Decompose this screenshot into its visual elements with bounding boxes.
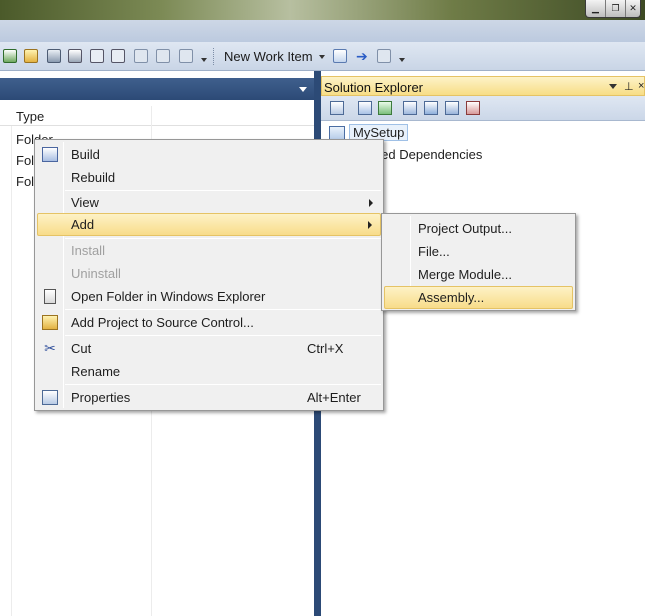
menu-separator: [65, 309, 381, 310]
find-icon[interactable]: [68, 49, 82, 63]
solution-explorer-title: Solution Explorer: [324, 80, 423, 95]
window-controls: ▁ ❐ ✕: [585, 0, 641, 18]
new-work-item-button[interactable]: New Work Item: [224, 49, 313, 64]
menu-item-label: Rebuild: [71, 170, 116, 185]
compare-icon[interactable]: [179, 49, 193, 63]
menu-item-label: Cut: [71, 341, 92, 356]
column-header-label: Type: [16, 109, 45, 124]
solution-explorer-title-bar: Solution Explorer ⊥ ×: [321, 76, 645, 96]
menu-item-label: Project Output...: [418, 221, 512, 236]
launch-conditions-editor-icon[interactable]: [466, 101, 480, 115]
submenu-arrow-icon: [368, 221, 372, 229]
menu-item-label: Add: [71, 217, 95, 232]
build-icon: [42, 147, 58, 162]
source-control-icon: [42, 315, 58, 330]
menu-item-merge-module[interactable]: Merge Module...: [384, 263, 573, 286]
dropdown-icon[interactable]: [609, 84, 617, 89]
menu-item-label: Rename: [71, 364, 121, 379]
menu-item-install[interactable]: Install: [37, 239, 381, 262]
add-query-icon[interactable]: [333, 49, 347, 63]
code-icon[interactable]: [134, 49, 148, 63]
context-menu: Build Rebuild View Add Install Uninstall…: [34, 139, 384, 411]
user-interface-editor-icon[interactable]: [424, 101, 438, 115]
report-icon[interactable]: [377, 49, 391, 63]
open-folder-icon: [44, 289, 56, 304]
window-title-bar: ▁ ❐ ✕: [0, 0, 645, 20]
menu-item-file[interactable]: File...: [384, 240, 573, 263]
close-button[interactable]: ✕: [626, 0, 640, 17]
setup-project-icon: [329, 125, 345, 140]
menu-item-build[interactable]: Build: [37, 143, 381, 166]
close-icon[interactable]: ×: [638, 80, 644, 92]
restore-button[interactable]: ❐: [606, 0, 626, 17]
submenu-arrow-icon: [369, 199, 373, 207]
menu-item-add-source-control[interactable]: Add Project to Source Control...: [37, 311, 381, 334]
menu-item-open-folder[interactable]: Open Folder in Windows Explorer: [37, 285, 381, 308]
toolbar: New Work Item ➔: [0, 42, 645, 71]
menu-item-label: Install: [71, 243, 105, 258]
menu-item-label: Uninstall: [71, 266, 121, 281]
cut-icon: ✂: [44, 340, 56, 356]
open-folder-icon[interactable]: [24, 49, 38, 63]
menu-item-properties[interactable]: Properties Alt+Enter: [37, 386, 381, 409]
menu-item-rename[interactable]: Rename: [37, 360, 381, 383]
menu-item-rebuild[interactable]: Rebuild: [37, 166, 381, 189]
menu-separator: [65, 384, 381, 385]
toolbar-separator: [213, 48, 215, 65]
pane-header: [0, 78, 314, 100]
column-header-type[interactable]: Type: [0, 106, 314, 126]
menu-item-label: Build: [71, 147, 100, 162]
add-submenu: Project Output... File... Merge Module..…: [381, 213, 576, 311]
pin-icon[interactable]: ⊥: [624, 80, 634, 93]
menu-item-label: Open Folder in Windows Explorer: [71, 289, 266, 304]
properties-icon: [42, 390, 58, 405]
query-icon[interactable]: [90, 49, 104, 63]
menu-item-project-output[interactable]: Project Output...: [384, 217, 573, 240]
tool-icon[interactable]: [47, 49, 61, 63]
file-types-editor-icon[interactable]: [403, 101, 417, 115]
toolbar-overflow-icon-2[interactable]: [399, 58, 405, 62]
menu-item-label: File...: [418, 244, 450, 259]
new-work-item-dropdown-icon[interactable]: [319, 55, 325, 59]
solution-explorer-toolbar: [321, 96, 645, 121]
properties-icon[interactable]: [330, 101, 344, 115]
menu-item-view[interactable]: View: [37, 191, 381, 214]
column-divider: [11, 126, 12, 616]
menu-bar: [0, 20, 645, 42]
menu-item-label: Merge Module...: [418, 267, 512, 282]
branch-icon[interactable]: [111, 49, 125, 63]
menu-separator: [65, 335, 381, 336]
menu-item-label: Properties: [71, 390, 131, 405]
registry-editor-icon[interactable]: [378, 101, 392, 115]
minimize-button[interactable]: ▁: [586, 0, 606, 17]
menu-item-label: Assembly...: [418, 290, 485, 305]
menu-item-uninstall[interactable]: Uninstall: [37, 262, 381, 285]
toolbar-overflow-icon[interactable]: [201, 58, 207, 62]
file-system-editor-icon[interactable]: [358, 101, 372, 115]
menu-item-shortcut: Alt+Enter: [307, 390, 361, 405]
arrow-right-icon[interactable]: ➔: [356, 49, 370, 63]
custom-actions-editor-icon[interactable]: [445, 101, 459, 115]
check-icon[interactable]: [3, 49, 17, 63]
spelling-icon[interactable]: [156, 49, 170, 63]
menu-item-label: View: [71, 195, 99, 210]
menu-item-add[interactable]: Add: [37, 213, 381, 236]
menu-item-shortcut: Ctrl+X: [307, 341, 344, 356]
menu-item-assembly[interactable]: Assembly...: [384, 286, 573, 309]
menu-item-cut[interactable]: ✂ Cut Ctrl+X: [37, 337, 381, 360]
list-item[interactable]: Fol: [16, 153, 34, 168]
pane-dropdown-icon[interactable]: [299, 87, 307, 92]
menu-item-label: Add Project to Source Control...: [71, 315, 254, 330]
list-item[interactable]: Fol: [16, 174, 34, 189]
